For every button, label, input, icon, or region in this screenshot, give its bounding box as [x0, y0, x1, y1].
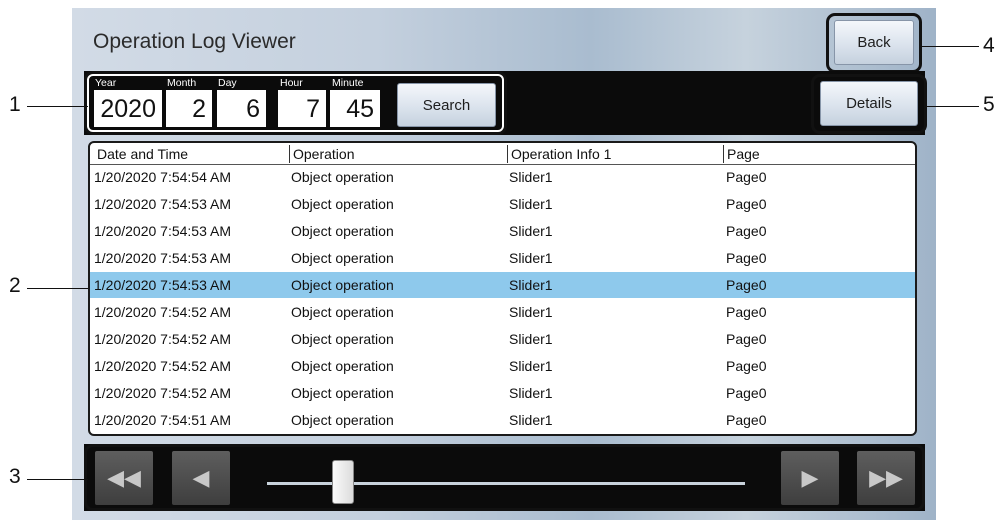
callout-4: 4	[983, 34, 995, 57]
year-label: Year	[95, 77, 117, 89]
cell-operation: Object operation	[291, 196, 394, 212]
callout-1: 1	[9, 93, 21, 116]
operation-log-table[interactable]: Date and Time Operation Operation Info 1…	[88, 141, 917, 436]
cell-date-time: 1/20/2020 7:54:53 AM	[94, 277, 231, 293]
play-right-icon: ▶	[801, 465, 819, 490]
column-header-date-time[interactable]: Date and Time	[94, 145, 289, 163]
cell-date-time: 1/20/2020 7:54:52 AM	[94, 304, 231, 320]
play-left-icon: ◀	[192, 465, 210, 490]
column-header-operation[interactable]: Operation	[289, 145, 507, 163]
callout-2: 2	[9, 274, 21, 297]
minute-label: Minute	[332, 77, 364, 89]
cell-operation-info-1: Slider1	[509, 169, 553, 185]
cell-date-time: 1/20/2020 7:54:54 AM	[94, 169, 231, 185]
page-title: Operation Log Viewer	[93, 30, 296, 53]
table-header: Date and Time Operation Operation Info 1…	[90, 143, 915, 165]
callout-line-1	[27, 106, 88, 107]
cell-date-time: 1/20/2020 7:54:53 AM	[94, 250, 231, 266]
callout-3: 3	[9, 465, 21, 488]
fast-rewind-icon: ◀◀	[107, 465, 141, 490]
cell-operation: Object operation	[291, 412, 394, 428]
cell-operation-info-1: Slider1	[509, 304, 553, 320]
cell-operation: Object operation	[291, 385, 394, 401]
month-field[interactable]: 2	[166, 90, 212, 127]
table-row[interactable]: 1/20/2020 7:54:53 AM Object operation Slid…	[90, 245, 915, 271]
callout-line-4	[922, 46, 979, 47]
cell-operation-info-1: Slider1	[509, 331, 553, 347]
cell-date-time: 1/20/2020 7:54:53 AM	[94, 223, 231, 239]
cell-page: Page0	[726, 385, 767, 401]
month-label: Month	[167, 77, 197, 89]
day-label: Day	[218, 77, 237, 89]
cell-page: Page0	[726, 169, 767, 185]
cell-operation: Object operation	[291, 304, 394, 320]
cell-date-time: 1/20/2020 7:54:52 AM	[94, 385, 231, 401]
fast-forward-icon: ▶▶	[869, 465, 903, 490]
cell-date-time: 1/20/2020 7:54:52 AM	[94, 331, 231, 347]
cell-page: Page0	[726, 223, 767, 239]
cell-date-time: 1/20/2020 7:54:52 AM	[94, 358, 231, 374]
cell-date-time: 1/20/2020 7:54:51 AM	[94, 412, 231, 428]
cell-operation: Object operation	[291, 169, 394, 185]
cell-operation-info-1: Slider1	[509, 412, 553, 428]
previous-page-button[interactable]: ◀	[172, 451, 230, 505]
back-button[interactable]: Back	[834, 20, 914, 65]
cell-page: Page0	[726, 277, 767, 293]
cell-page: Page0	[726, 412, 767, 428]
cell-operation-info-1: Slider1	[509, 358, 553, 374]
cell-operation-info-1: Slider1	[509, 385, 553, 401]
table-row[interactable]: 1/20/2020 7:54:52 AM Object operation Slid…	[90, 380, 915, 406]
cell-operation-info-1: Slider1	[509, 223, 553, 239]
cell-operation: Object operation	[291, 250, 394, 266]
details-button[interactable]: Details	[820, 81, 918, 126]
column-header-page[interactable]: Page	[723, 145, 913, 163]
search-button[interactable]: Search	[397, 83, 496, 127]
cell-page: Page0	[726, 358, 767, 374]
table-row[interactable]: 1/20/2020 7:54:53 AM Object operation Slid…	[90, 272, 915, 298]
cell-operation-info-1: Slider1	[509, 196, 553, 212]
table-row[interactable]: 1/20/2020 7:54:53 AM Object operation Slid…	[90, 191, 915, 217]
day-field[interactable]: 6	[217, 90, 266, 127]
cell-page: Page0	[726, 196, 767, 212]
cell-operation: Object operation	[291, 331, 394, 347]
next-page-button[interactable]: ▶	[781, 451, 839, 505]
first-page-button[interactable]: ◀◀	[95, 451, 153, 505]
cell-operation: Object operation	[291, 358, 394, 374]
column-header-operation-info-1[interactable]: Operation Info 1	[507, 145, 723, 163]
table-row[interactable]: 1/20/2020 7:54:52 AM Object operation Slid…	[90, 299, 915, 325]
last-page-button[interactable]: ▶▶	[857, 451, 915, 505]
callout-line-5	[925, 106, 979, 107]
callout-line-2	[27, 288, 88, 289]
minute-field[interactable]: 45	[330, 90, 380, 127]
callout-line-3	[27, 479, 88, 480]
cell-page: Page0	[726, 304, 767, 320]
cell-operation: Object operation	[291, 277, 394, 293]
cell-page: Page0	[726, 331, 767, 347]
table-row[interactable]: 1/20/2020 7:54:52 AM Object operation Slid…	[90, 326, 915, 352]
cell-operation-info-1: Slider1	[509, 250, 553, 266]
table-row[interactable]: 1/20/2020 7:54:51 AM Object operation Slid…	[90, 407, 915, 433]
year-field[interactable]: 2020	[94, 90, 162, 127]
callout-5: 5	[983, 93, 995, 116]
table-row[interactable]: 1/20/2020 7:54:53 AM Object operation Slid…	[90, 218, 915, 244]
hour-label: Hour	[280, 77, 303, 89]
cell-operation: Object operation	[291, 223, 394, 239]
page-slider-thumb[interactable]	[332, 460, 354, 504]
cell-date-time: 1/20/2020 7:54:53 AM	[94, 196, 231, 212]
table-row[interactable]: 1/20/2020 7:54:52 AM Object operation Slid…	[90, 353, 915, 379]
cell-operation-info-1: Slider1	[509, 277, 553, 293]
table-row[interactable]: 1/20/2020 7:54:54 AM Object operation Slid…	[90, 164, 915, 190]
hour-field[interactable]: 7	[278, 90, 326, 127]
cell-page: Page0	[726, 250, 767, 266]
